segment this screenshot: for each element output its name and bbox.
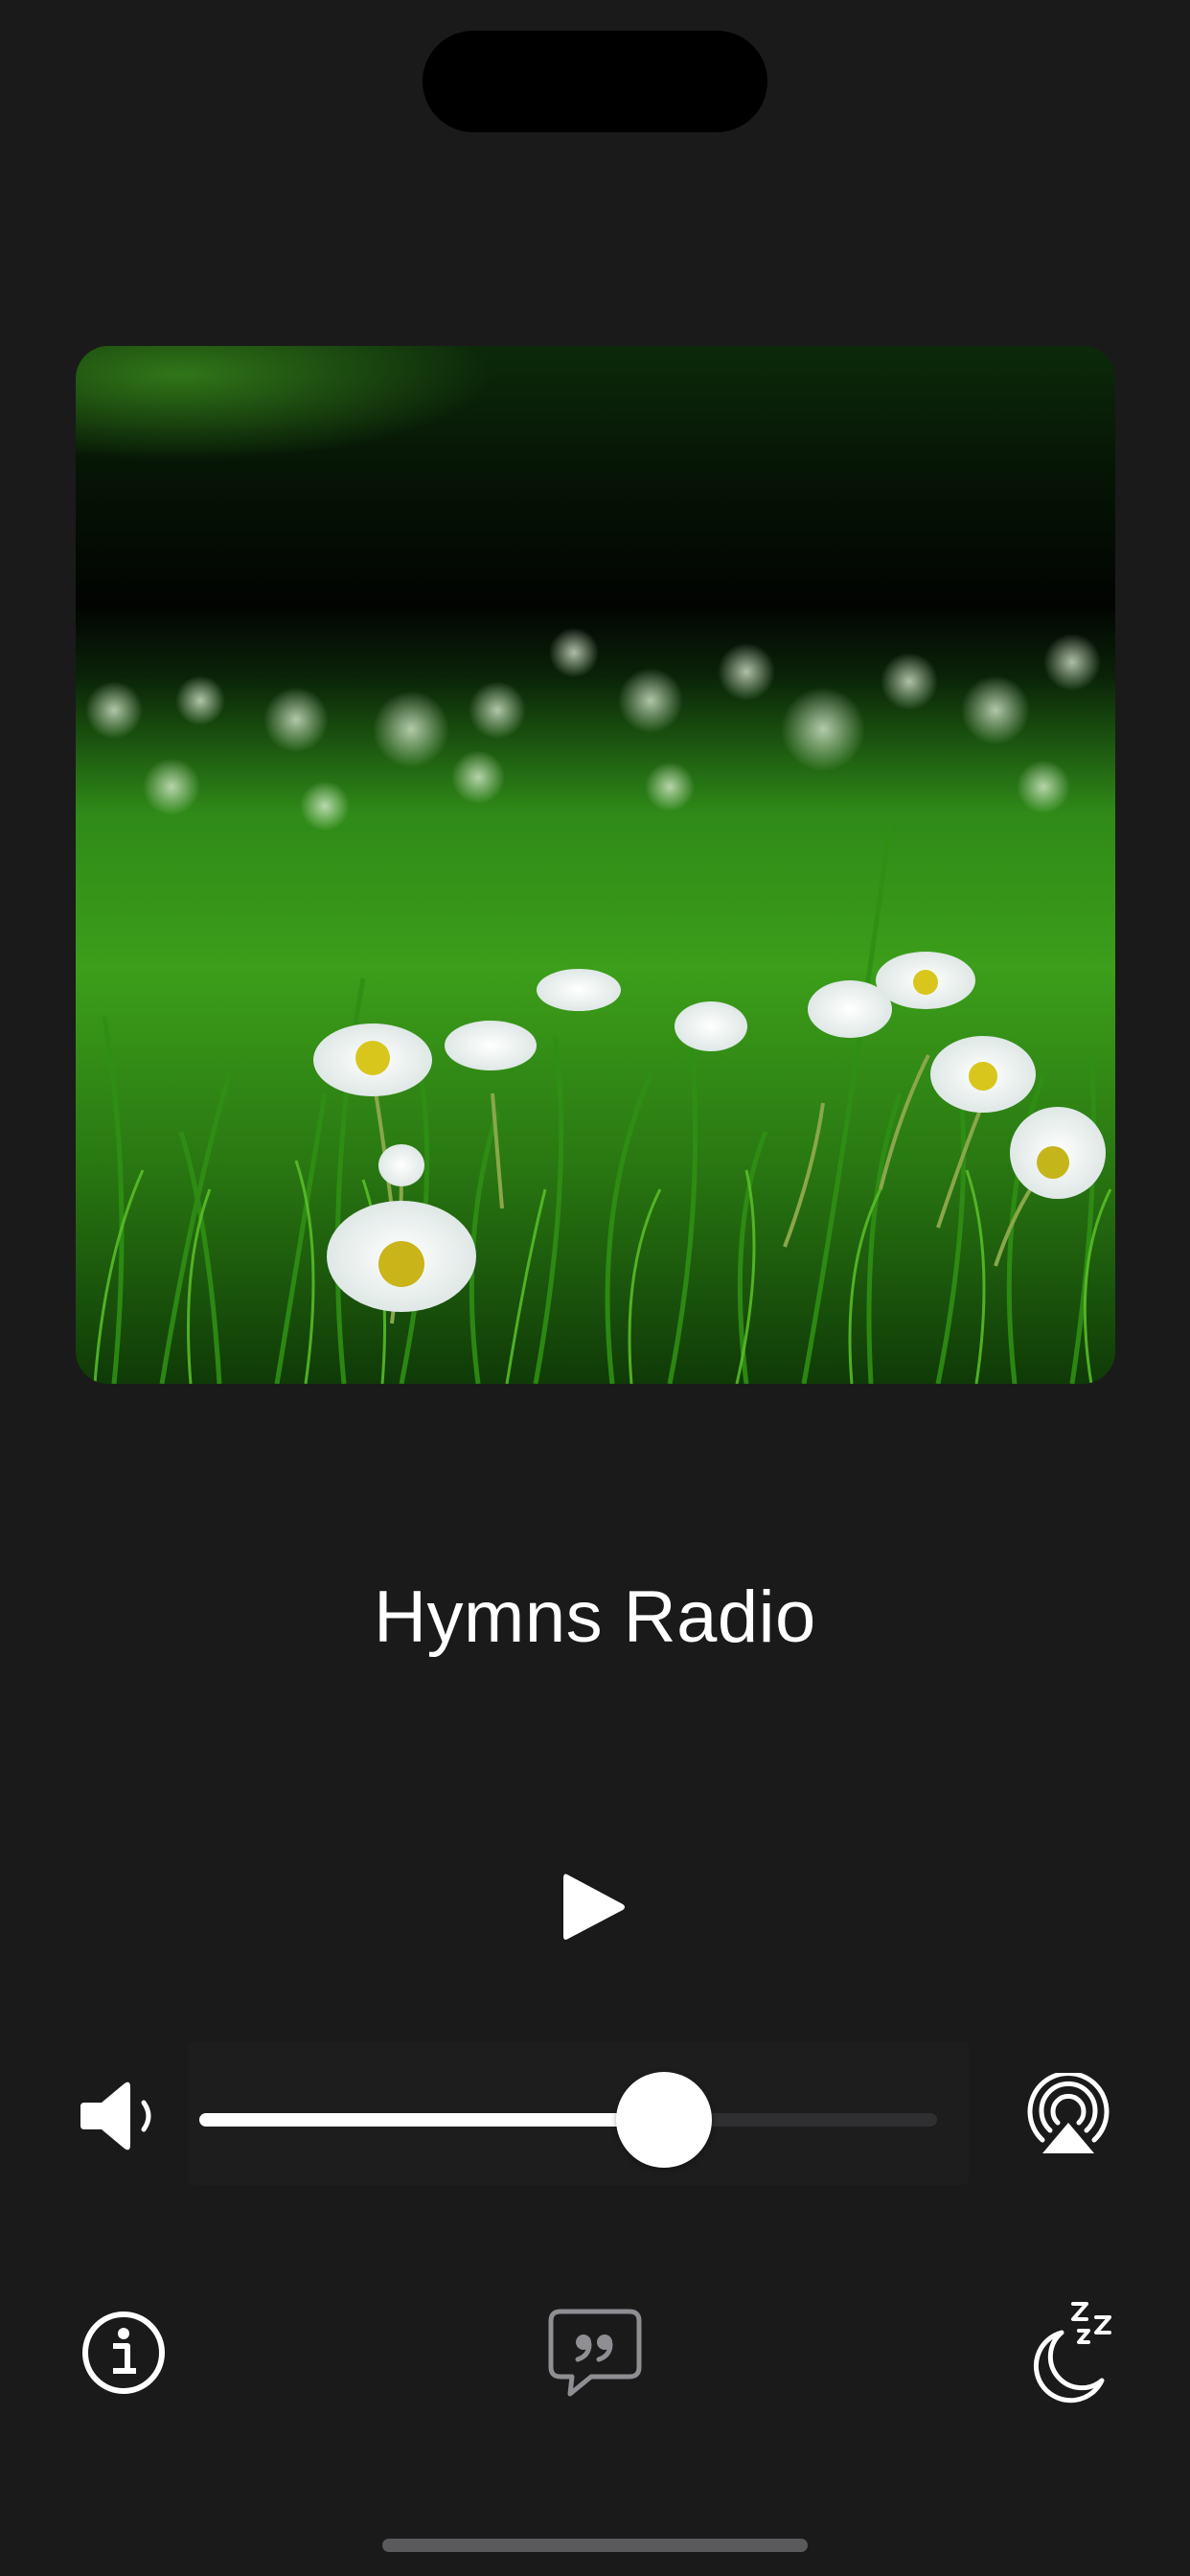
lyrics-button[interactable] [547,2308,643,2400]
volume-slider-track[interactable] [199,2113,937,2127]
info-icon [82,2312,165,2394]
dynamic-island [423,31,767,132]
quote-bubble-icon [548,2309,642,2397]
sleep-timer-icon [1033,2302,1111,2404]
station-title: Hymns Radio [374,1576,816,1658]
play-icon [563,1874,625,1940]
play-button[interactable] [547,1859,643,1955]
volume-slider-fill [199,2113,665,2127]
info-button[interactable] [80,2310,167,2396]
volume-slider-thumb[interactable] [616,2072,713,2168]
speaker-icon [80,2078,167,2154]
airplay-icon[interactable] [1025,2071,1111,2159]
station-artwork [76,346,1115,1384]
home-indicator [382,2539,808,2552]
sleep-timer-button[interactable] [1023,2300,1123,2405]
daisy-field-image [76,346,1115,1384]
